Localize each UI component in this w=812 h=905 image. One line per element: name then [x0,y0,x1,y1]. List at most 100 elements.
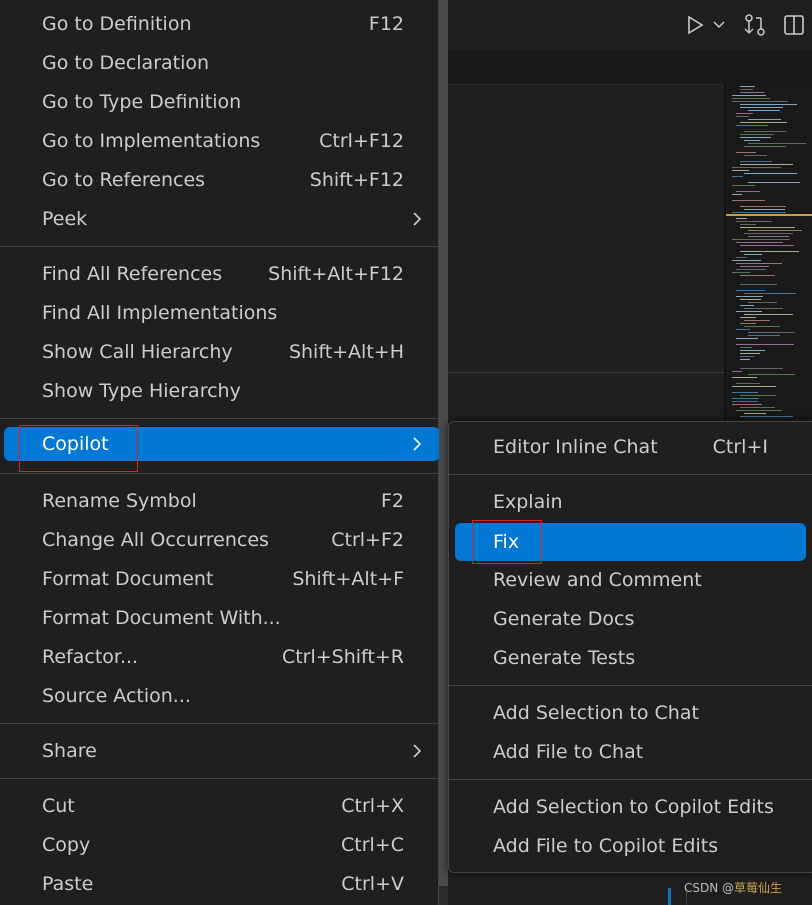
minimap-line [732,212,786,213]
menu-item-label: Review and Comment [493,569,702,591]
minimap-line [736,338,758,339]
menu-item-shortcut: Ctrl+I [712,436,768,458]
minimap-line [748,119,781,120]
menu-item-label: Format Document [42,568,214,590]
minimap-line [740,356,754,357]
submenu-item-generate-tests[interactable]: Generate Tests [455,641,806,675]
minimap-line [740,284,777,285]
submenu-item-add-file-to-copilot-edits[interactable]: Add File to Copilot Edits [455,829,806,863]
submenu-item-add-selection-to-copilot-edits[interactable]: Add Selection to Copilot Edits [455,790,806,824]
minimap-line [732,371,742,372]
editor-tab-strip [448,50,812,85]
minimap-line [740,161,772,162]
minimap-line [744,254,762,255]
minimap-line [744,413,766,414]
menu-item-paste[interactable]: Paste Ctrl+V [4,867,440,901]
minimap-line [740,317,756,318]
minimap-line [740,245,794,246]
minimap-line [736,263,782,264]
minimap-line [740,134,774,135]
minimap-line [732,392,758,393]
minimap-line [732,386,776,387]
minimap-line [736,296,763,297]
menu-separator [0,723,438,724]
chevron-right-icon [413,437,422,451]
minimap-line [744,155,767,156]
menu-item-find-all-implementations[interactable]: Find All Implementations [4,296,440,330]
minimap-line [744,173,797,174]
menu-item-label: Editor Inline Chat [493,436,658,458]
menu-item-label: Peek [42,208,88,230]
minimap-line [744,293,796,294]
context-menu-scrollbar[interactable] [439,0,448,905]
minimap-line [740,299,761,300]
minimap-line [740,89,753,90]
minimap-line [732,170,749,171]
menu-item-go-to-implementations[interactable]: Go to Implementations Ctrl+F12 [4,124,440,158]
menu-item-shortcut: F2 [380,490,404,512]
menu-item-go-to-references[interactable]: Go to References Shift+F12 [4,163,440,197]
menu-item-label: Show Call Hierarchy [42,341,233,363]
menu-item-change-all-occurrences[interactable]: Change All Occurrences Ctrl+F2 [4,523,440,557]
submenu-item-review-and-comment[interactable]: Review and Comment [455,563,806,597]
menu-item-format-document-with[interactable]: Format Document With... [4,601,440,635]
source-control-icon[interactable] [742,12,768,38]
menu-item-rename-symbol[interactable]: Rename Symbol F2 [4,484,440,518]
menu-item-go-to-definition[interactable]: Go to Definition F12 [4,7,440,41]
minimap-line [740,359,750,360]
minimap-line [744,308,783,309]
minimap-line [732,401,758,402]
menu-item-cut[interactable]: Cut Ctrl+X [4,789,440,823]
minimap-line [740,395,776,396]
minimap-line [732,194,742,195]
menu-item-label: Generate Docs [493,608,635,630]
submenu-item-add-file-to-chat[interactable]: Add File to Chat [455,735,806,769]
menu-item-copy[interactable]: Copy Ctrl+C [4,828,440,862]
minimap-line [740,104,797,105]
submenu-item-explain[interactable]: Explain [455,485,806,519]
chevron-down-icon[interactable] [710,12,728,38]
menu-item-shortcut: Shift+Alt+F [292,568,404,590]
minimap-line [744,209,785,210]
minimap-line [744,131,786,132]
editor-divider [448,372,728,373]
minimap-line [744,233,793,234]
minimap-line [732,98,770,99]
menu-item-shortcut: Ctrl+X [341,795,404,817]
chevron-right-icon [413,744,422,758]
menu-item-shortcut: Ctrl+F12 [319,130,404,152]
menu-item-shortcut: Shift+Alt+F12 [268,263,404,285]
menu-item-label: Paste [42,873,94,895]
menu-item-label: Format Document With... [42,607,281,629]
menu-item-go-to-type-definition[interactable]: Go to Type Definition [4,85,440,119]
menu-item-share[interactable]: Share [4,734,440,768]
minimap-line [736,311,762,312]
submenu-item-fix[interactable]: Fix [455,523,806,561]
split-editor-icon[interactable] [782,12,806,38]
menu-item-label: Go to References [42,169,206,191]
menu-item-refactor[interactable]: Refactor... Ctrl+Shift+R [4,640,440,674]
menu-item-show-type-hierarchy[interactable]: Show Type Hierarchy [4,374,440,408]
copilot-submenu: Editor Inline Chat Ctrl+I Explain Fix Rev… [448,421,812,873]
scrollbar-thumb[interactable] [439,0,448,886]
submenu-item-add-selection-to-chat[interactable]: Add Selection to Chat [455,696,806,730]
menu-item-label: Add File to Chat [493,741,644,763]
minimap-line [740,92,764,93]
minimap-line [744,326,780,327]
submenu-item-generate-docs[interactable]: Generate Docs [455,602,806,636]
menu-item-peek[interactable]: Peek [4,202,440,236]
run-icon[interactable] [684,12,706,38]
menu-item-label: Find All Implementations [42,302,278,324]
menu-item-copilot[interactable]: Copilot [4,427,440,461]
menu-item-format-document[interactable]: Format Document Shift+Alt+F [4,562,440,596]
menu-item-go-to-declaration[interactable]: Go to Declaration [4,46,440,80]
menu-item-source-action[interactable]: Source Action... [4,679,440,713]
menu-item-find-all-references[interactable]: Find All References Shift+Alt+F12 [4,257,440,291]
submenu-item-editor-inline-chat[interactable]: Editor Inline Chat Ctrl+I [455,430,806,464]
minimap[interactable] [726,84,812,420]
minimap-line [736,116,749,117]
chevron-right-icon [413,212,422,226]
menu-item-label: Copy [42,834,91,856]
minimap-line [732,95,766,96]
menu-item-show-call-hierarchy[interactable]: Show Call Hierarchy Shift+Alt+H [4,335,440,369]
